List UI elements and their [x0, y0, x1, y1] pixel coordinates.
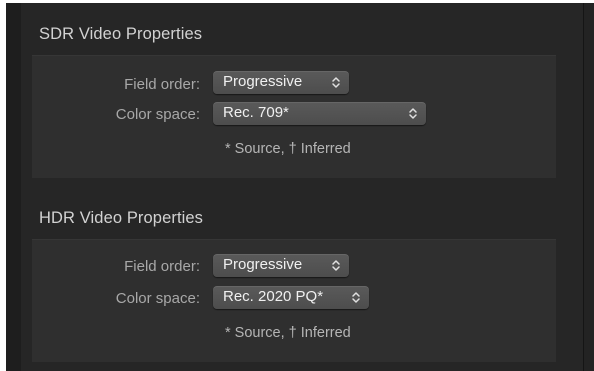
sdr-color-space-label: Color space:	[115, 106, 200, 123]
sdr-field-order-value: Progressive	[223, 73, 303, 90]
hdr-footnote: * Source, † Inferred	[225, 325, 351, 341]
hdr-color-space-popup[interactable]: Rec. 2020 PQ*	[213, 286, 369, 309]
up-down-chevron-icon	[332, 77, 340, 88]
up-down-chevron-icon	[409, 108, 417, 119]
sdr-color-space-popup[interactable]: Rec. 709*	[213, 102, 426, 125]
up-down-chevron-icon	[352, 292, 360, 303]
up-down-chevron-icon	[332, 260, 340, 271]
sdr-footnote: * Source, † Inferred	[225, 141, 351, 157]
hdr-color-space-label: Color space:	[115, 290, 200, 307]
hdr-field-order-value: Progressive	[223, 256, 303, 273]
hdr-section-title: HDR Video Properties	[39, 209, 204, 227]
hdr-field-order-popup[interactable]: Progressive	[213, 254, 349, 277]
sdr-color-space-value: Rec. 709*	[223, 104, 289, 121]
sdr-section-title: SDR Video Properties	[39, 25, 203, 43]
hdr-color-space-value: Rec. 2020 PQ*	[223, 288, 324, 305]
sdr-field-order-label: Field order:	[124, 76, 200, 93]
sdr-field-order-popup[interactable]: Progressive	[213, 71, 349, 94]
hdr-field-order-label: Field order:	[124, 258, 200, 275]
adjacent-pane	[584, 3, 594, 371]
